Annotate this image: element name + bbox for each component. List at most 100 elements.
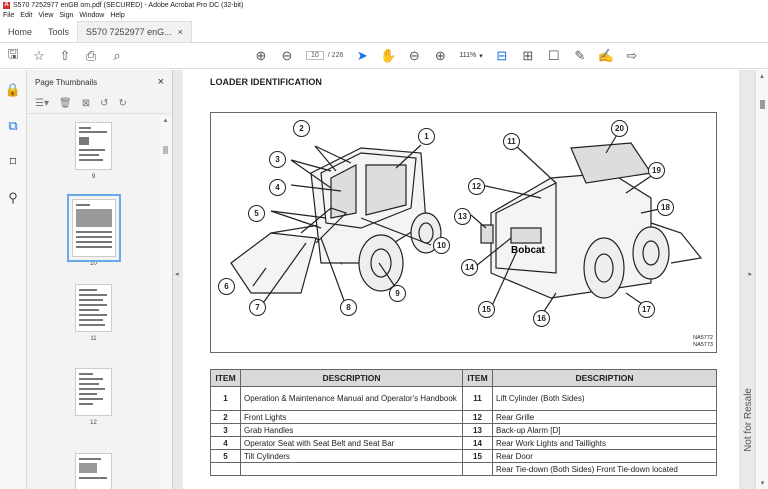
- thumbnail-scrollbar[interactable]: ▴: [159, 116, 172, 489]
- table-row: Rear Tie-down (Both Sides) Front Tie-dow…: [210, 462, 717, 476]
- scroll-up-icon[interactable]: ▴: [756, 72, 768, 80]
- bobcat-logo: Bobcat: [511, 245, 546, 256]
- tab-close-icon[interactable]: ×: [178, 27, 183, 37]
- table-row: 4 Operator Seat with Seat Belt and Seat …: [210, 436, 717, 450]
- thumbnail-label: 12: [90, 420, 97, 426]
- thumbnail-page-13[interactable]: [27, 453, 160, 489]
- loader-figure: Bobcat 1 2 3 4 5 6 7 8 9 10 11 12 13 14 …: [210, 112, 717, 353]
- scroll-down-icon[interactable]: ▾: [756, 479, 768, 487]
- zoom-out-icon[interactable]: ⊖: [407, 48, 421, 63]
- item-description: Tilt Cylinders: [240, 449, 463, 463]
- item-number: [210, 462, 241, 476]
- document-scrollbar[interactable]: ▴ ▾: [755, 70, 768, 489]
- pdf-page: LOADER IDENTIFICATION Bobcat 1 2 3 4 5 6…: [183, 70, 739, 489]
- thumbnail-page-11[interactable]: 11: [27, 284, 160, 342]
- thumbnail-image: [75, 453, 112, 489]
- menu-window[interactable]: Window: [79, 11, 104, 21]
- callout-18: 18: [657, 199, 674, 216]
- callout-11: 11: [503, 133, 520, 150]
- chevron-down-icon: ▾: [479, 52, 483, 60]
- menu-file[interactable]: File: [3, 11, 14, 21]
- zoom-in-icon[interactable]: ⊕: [433, 48, 447, 63]
- page-thumbnails-icon[interactable]: ⧉: [8, 118, 17, 134]
- tab-document[interactable]: S570 7252977 enG... ×: [77, 21, 192, 42]
- column-header: DESCRIPTION: [240, 369, 463, 387]
- next-page-icon[interactable]: ⊖: [280, 48, 294, 63]
- page-number-input[interactable]: 10: [306, 51, 324, 60]
- menu-bar: File Edit View Sign Window Help: [0, 11, 768, 21]
- thumbnail-image: [75, 122, 112, 170]
- menu-help[interactable]: Help: [110, 11, 124, 21]
- zoom-select[interactable]: 111% ▾: [459, 52, 482, 60]
- expand-right-icon[interactable]: ▸: [748, 270, 752, 278]
- rotate-left-icon[interactable]: ↺: [100, 98, 108, 109]
- callout-17: 17: [638, 301, 655, 318]
- figure-code: NA5772 NA5773: [693, 335, 713, 349]
- share-icon[interactable]: ⇨: [625, 48, 639, 63]
- item-number: 13: [462, 423, 493, 437]
- thumbnail-title: Page Thumbnails: [35, 77, 98, 87]
- item-number: 15: [462, 449, 493, 463]
- thumbnail-header: Page Thumbnails ×: [27, 70, 172, 94]
- toolbar: 🖫 ☆ ⇧ ⎙ ⌕ ⊕ ⊖ 10 / 226 ➤ ✋ ⊖ ⊕ 111% ▾ ⊟ …: [0, 43, 768, 69]
- scroll-mode-icon[interactable]: ⊞: [521, 48, 535, 63]
- callout-9: 9: [389, 285, 406, 302]
- extract-page-icon[interactable]: ⊠: [82, 98, 90, 109]
- lock-icon[interactable]: 🔒: [5, 82, 21, 98]
- callout-2: 2: [293, 120, 310, 137]
- menu-sign[interactable]: Sign: [59, 11, 73, 21]
- delete-page-icon[interactable]: 🗑: [59, 98, 72, 109]
- expand-left-icon[interactable]: ◂: [175, 270, 179, 278]
- column-header: ITEM: [462, 369, 493, 387]
- comment-icon[interactable]: ☐: [547, 48, 561, 63]
- callout-1: 1: [418, 128, 435, 145]
- upload-cloud-icon[interactable]: ⇧: [58, 48, 72, 63]
- tab-document-label: S570 7252977 enG...: [86, 27, 172, 37]
- item-number: 4: [210, 436, 241, 450]
- scroll-up-icon[interactable]: ▴: [159, 116, 172, 124]
- prev-page-icon[interactable]: ⊕: [254, 48, 268, 63]
- thumbnail-page-12[interactable]: 12: [27, 368, 160, 426]
- document-area: ◂ LOADER IDENTIFICATION Bobcat 1 2 3 4 5…: [173, 70, 768, 489]
- window-title: S570 7252977 enGB om.pdf (SECURED) - Ado…: [13, 2, 244, 9]
- callout-19: 19: [648, 162, 665, 179]
- item-description: Back-up Alarm [D]: [492, 423, 717, 437]
- scroll-thumb[interactable]: [163, 146, 168, 154]
- page-heading: LOADER IDENTIFICATION: [210, 77, 322, 87]
- print-icon[interactable]: ⎙: [84, 48, 98, 63]
- callout-6: 6: [218, 278, 235, 295]
- thumbnail-page-10[interactable]: 10: [27, 194, 160, 267]
- callout-7: 7: [249, 299, 266, 316]
- callout-14: 14: [461, 259, 478, 276]
- tab-tools[interactable]: Tools: [40, 21, 77, 42]
- sign-icon[interactable]: ✍: [598, 48, 614, 63]
- menu-view[interactable]: View: [38, 11, 53, 21]
- callout-12: 12: [468, 178, 485, 195]
- item-number: 2: [210, 410, 241, 424]
- rotate-right-icon[interactable]: ↻: [118, 98, 126, 109]
- search-icon[interactable]: ⌕: [110, 48, 124, 63]
- parts-table: ITEM DESCRIPTION ITEM DESCRIPTION 1 Oper…: [210, 369, 717, 476]
- bookmark-star-icon[interactable]: ☆: [32, 48, 46, 63]
- attachments-icon[interactable]: ⚲: [8, 190, 18, 206]
- highlight-pen-icon[interactable]: ✎: [573, 48, 587, 63]
- callout-4: 4: [269, 179, 286, 196]
- tab-home[interactable]: Home: [0, 21, 40, 42]
- close-panel-icon[interactable]: ×: [158, 76, 164, 88]
- menu-edit[interactable]: Edit: [20, 11, 32, 21]
- hand-tool-icon[interactable]: ✋: [380, 48, 396, 63]
- options-menu-icon[interactable]: ☰▾: [35, 98, 49, 109]
- callout-3: 3: [269, 151, 286, 168]
- thumbnail-label: 11: [90, 336, 97, 342]
- thumbnail-label: 10: [90, 261, 97, 267]
- save-icon[interactable]: 🖫: [6, 46, 20, 63]
- thumbnail-page-9[interactable]: 9: [27, 122, 160, 180]
- select-cursor-icon[interactable]: ➤: [355, 48, 369, 63]
- thumbnail-tools: ☰▾ 🗑 ⊠ ↺ ↻: [27, 94, 172, 114]
- item-description: Front Lights: [240, 410, 463, 424]
- item-description: Rear Door: [492, 449, 717, 463]
- page-fit-icon[interactable]: ⊟: [495, 48, 509, 63]
- bookmarks-icon[interactable]: ⌑: [10, 154, 17, 170]
- item-description: Lift Cylinder (Both Sides): [492, 386, 717, 411]
- scroll-thumb[interactable]: [760, 100, 765, 109]
